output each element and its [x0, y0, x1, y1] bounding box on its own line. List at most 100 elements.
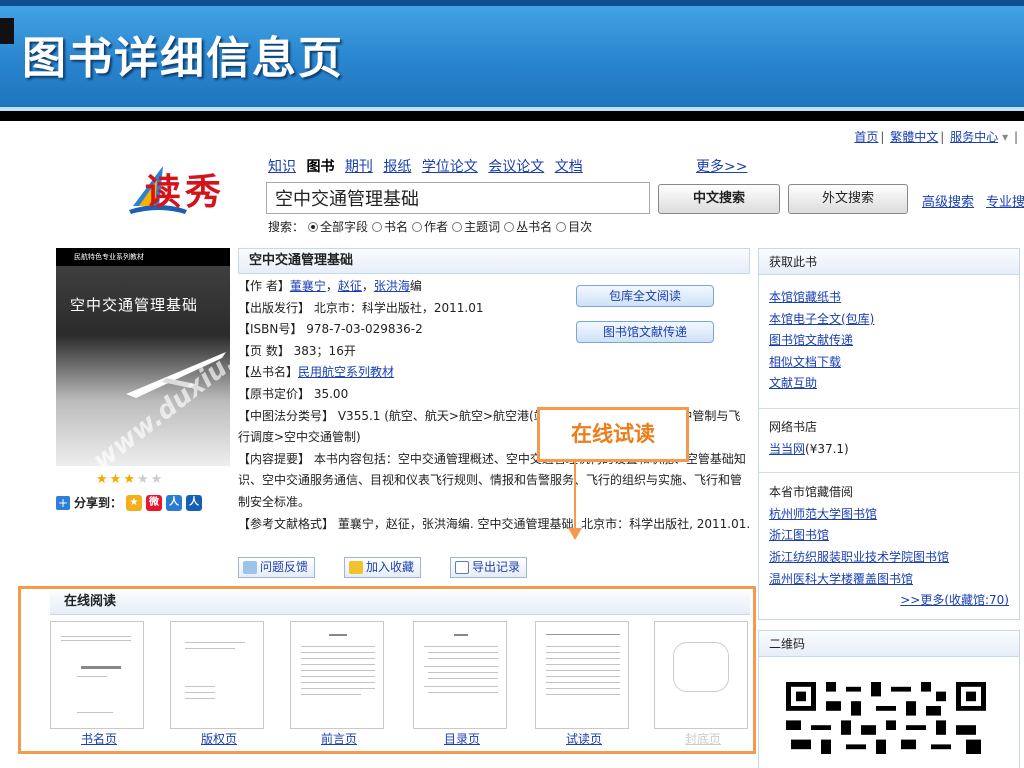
citation-label: 【参考文献格式】 — [238, 516, 335, 531]
clc-label: 【中图法分类号】 — [238, 408, 335, 423]
library-link[interactable]: 杭州师范大学图书馆 — [769, 507, 877, 521]
home-link[interactable]: 首页 — [854, 130, 878, 144]
page-thumbnail-preface[interactable] — [290, 621, 384, 729]
page-link-sample[interactable]: 试读页 — [537, 730, 631, 747]
cover-title: 空中交通管理基础 — [70, 296, 199, 314]
favorite-icon — [349, 561, 363, 574]
author-link[interactable]: 董襄宁 — [290, 279, 326, 293]
page-thumbnail-contents[interactable] — [413, 621, 507, 729]
page-thumbnail-title[interactable] — [50, 621, 144, 729]
radio-subject[interactable] — [452, 221, 463, 232]
radio-title[interactable] — [372, 221, 383, 232]
local-library-title: 本省市馆藏借阅 — [769, 485, 854, 500]
author-link[interactable]: 赵征 — [338, 279, 362, 293]
banner-divider-dark — [0, 111, 1024, 121]
banner-left-bar — [0, 18, 14, 44]
option-label: 主题词 — [464, 220, 501, 234]
mutual-help-link[interactable]: 文献互助 — [769, 376, 817, 390]
book-title-header: 空中交通管理基础 — [238, 248, 750, 274]
traditional-chinese-link[interactable]: 繁體中文 — [890, 130, 938, 144]
page-link-back-cover[interactable]: 封底页 — [656, 730, 750, 747]
online-store-title: 网络书店 — [769, 419, 818, 434]
citation-value: 董襄宁，赵征，张洪海编. 空中交通管理基础. 北京市：科学出版社, 2011.0… — [337, 516, 751, 531]
option-label: 目次 — [568, 220, 593, 234]
share-bar: + 分享到： ★ 微 人 人 — [56, 494, 203, 511]
document-delivery-button[interactable]: 图书馆文献传递 — [576, 321, 714, 343]
option-label: 丛书名 — [516, 220, 553, 234]
author-link[interactable]: 张洪海 — [374, 279, 410, 293]
chinese-search-button[interactable]: 中文搜索 — [658, 184, 780, 214]
series-link[interactable]: 民用航空系列教材 — [298, 365, 394, 379]
get-book-panel: 获取此书 本馆馆藏纸书 本馆电子全文(包库) 图书馆文献传递 相似文档下载 文献… — [758, 248, 1020, 620]
isbn-label: 【ISBN号】 — [238, 322, 303, 337]
page-link-title[interactable]: 书名页 — [52, 730, 146, 747]
online-reading-title: 在线阅读 — [50, 591, 750, 615]
feedback-button[interactable]: 问题反馈 — [238, 557, 316, 578]
more-libraries-link[interactable]: >>更多(收藏馆:70) — [900, 593, 1009, 607]
price-value: 35.00 — [313, 386, 349, 401]
tab-knowledge[interactable]: 知识 — [268, 159, 296, 175]
advanced-search-link[interactable]: 高级搜索 — [922, 191, 974, 210]
library-link[interactable]: 浙江纺织服装职业技术学院图书馆 — [769, 550, 949, 564]
book-cover[interactable]: 民航特色专业系列教材 空中交通管理基础 【作 者】 www.duxiu.com — [56, 248, 230, 466]
share-label: 分享到： — [74, 496, 123, 510]
favorite-label: 加入收藏 — [366, 560, 415, 574]
qzone-icon[interactable]: ★ — [126, 494, 143, 511]
tab-books[interactable]: 图书 — [306, 159, 334, 175]
more-categories-link[interactable]: 更多>> — [696, 156, 747, 176]
kaixin-icon[interactable]: 人 — [186, 494, 203, 511]
search-options-label: 搜索： — [268, 220, 305, 234]
weibo-icon[interactable]: 微 — [146, 494, 163, 511]
library-paper-link[interactable]: 本馆馆藏纸书 — [769, 290, 841, 304]
star-icon: ★ — [109, 472, 124, 487]
tab-conference[interactable]: 会议论文 — [488, 159, 544, 175]
publisher-value: 北京市：科学出版社，2011.01 — [313, 300, 484, 315]
edit-icon — [243, 561, 257, 574]
full-text-read-button[interactable]: 包库全文阅读 — [576, 285, 714, 307]
search-field-options: 搜索： 全部字段 书名 作者 主题词 丛书名 目次 — [268, 218, 592, 235]
library-link[interactable]: 温州医科大学楼覆盖图书馆 — [769, 572, 913, 586]
tab-journals[interactable]: 期刊 — [345, 159, 373, 175]
page-thumbnail-sample[interactable] — [535, 621, 629, 729]
renren-icon[interactable]: 人 — [166, 494, 183, 511]
page-link-contents[interactable]: 目录页 — [415, 730, 509, 747]
export-record-button[interactable]: 导出记录 — [450, 557, 528, 578]
pages-label: 【页 数】 — [238, 343, 290, 358]
page-link-preface[interactable]: 前言页 — [292, 730, 386, 747]
top-links: 首页 | 繁體中文 | 服务中心 ▾ | — [854, 130, 1018, 144]
isbn-value: 978-7-03-029836-2 — [306, 322, 423, 337]
page-link-copyright[interactable]: 版权页 — [172, 730, 266, 747]
page-thumbnail-copyright[interactable] — [170, 621, 264, 729]
document-delivery-link[interactable]: 图书馆文献传递 — [769, 333, 853, 347]
option-label: 书名 — [384, 220, 409, 234]
service-center-link[interactable]: 服务中心 — [950, 130, 998, 144]
plus-icon[interactable]: + — [56, 495, 70, 510]
series-label: 【丛书名】 — [238, 365, 299, 380]
tab-theses[interactable]: 学位论文 — [422, 159, 478, 175]
radio-contents[interactable] — [556, 221, 567, 232]
callout-arrow — [574, 462, 576, 530]
add-favorite-button[interactable]: 加入收藏 — [344, 557, 422, 578]
price-label: 【原书定价】 — [238, 386, 311, 401]
callout-arrow-head — [568, 528, 582, 540]
similar-docs-link[interactable]: 相似文档下载 — [769, 355, 841, 369]
professional-search-link[interactable]: 专业搜索 — [986, 191, 1024, 210]
cover-series: 民航特色专业系列教材 — [56, 248, 230, 266]
radio-series[interactable] — [504, 221, 515, 232]
logo-text: 读秀 — [145, 171, 226, 213]
page-thumbnail-back-cover[interactable] — [654, 621, 748, 729]
radio-author[interactable] — [412, 221, 423, 232]
tab-newspapers[interactable]: 报纸 — [383, 159, 411, 175]
summary-label: 【内容提要】 — [238, 451, 311, 466]
radio-all-fields[interactable] — [308, 221, 319, 232]
search-input[interactable] — [266, 182, 650, 214]
tab-documents[interactable]: 文档 — [555, 159, 583, 175]
chevron-down-icon[interactable]: ▾ — [1002, 130, 1008, 144]
dangdang-link[interactable]: 当当网 — [769, 442, 805, 456]
library-ebook-link[interactable]: 本馆电子全文(包库) — [769, 312, 874, 326]
library-link[interactable]: 浙江图书馆 — [769, 528, 829, 542]
feedback-label: 问题反馈 — [260, 560, 309, 574]
foreign-search-button[interactable]: 外文搜索 — [788, 184, 908, 214]
sidebar-divider — [758, 472, 1020, 473]
publisher-label: 【出版发行】 — [238, 300, 311, 315]
